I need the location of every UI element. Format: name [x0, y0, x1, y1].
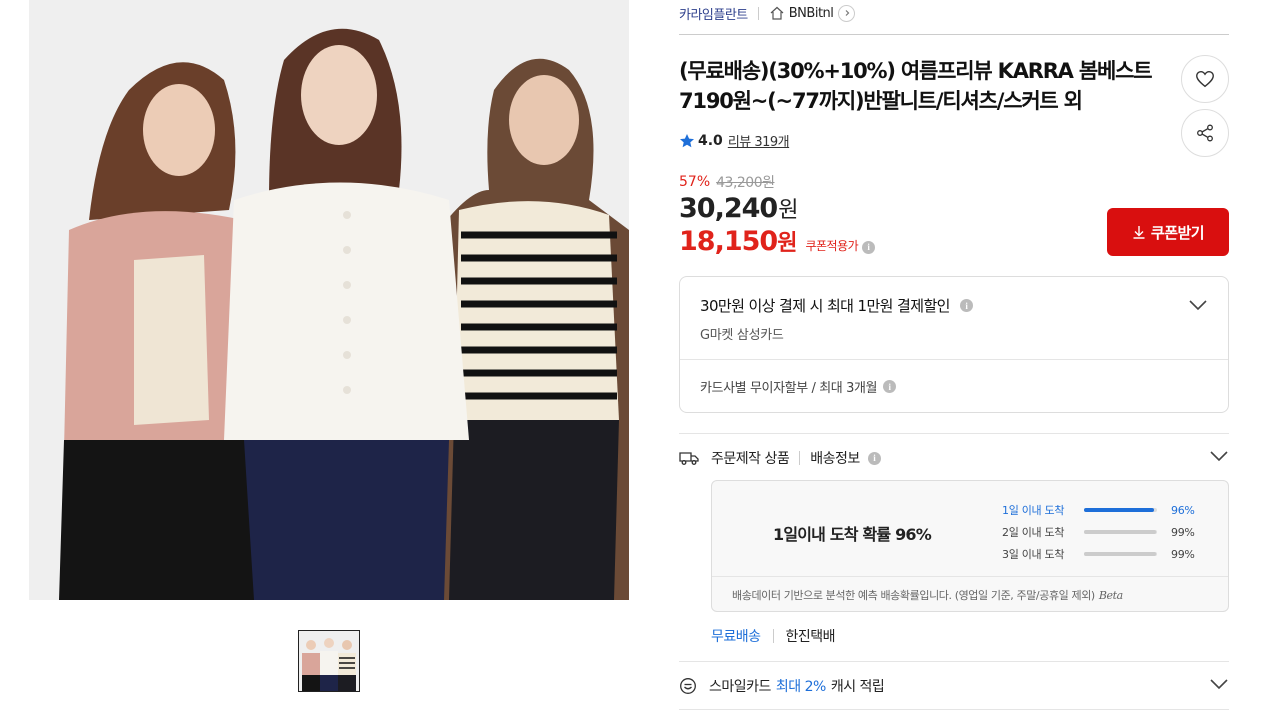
probability-bar — [1084, 508, 1157, 512]
brand-link[interactable]: BNBitnl — [769, 4, 856, 22]
chevron-down-icon[interactable] — [1188, 299, 1208, 311]
card-benefit-box[interactable]: 30만원 이상 결제 시 최대 1만원 결제할인 i G마켓 삼성카드 카드사별… — [679, 276, 1229, 413]
wishlist-button[interactable] — [1181, 55, 1229, 103]
product-title: (무료배송)(30%+10%) 여름프리뷰 KARRA 봄베스트 7190원~(… — [679, 59, 1153, 113]
card-name: G마켓 삼성카드 — [700, 328, 784, 343]
truck-icon — [679, 452, 699, 465]
product-main-image[interactable] — [29, 0, 629, 600]
smile-icon — [680, 678, 696, 694]
coupon-applied-label: 쿠폰적용가 — [805, 239, 859, 253]
carrier-name: 한진택배 — [785, 629, 836, 645]
probability-label: 2일 이내 도착 — [1002, 526, 1065, 539]
installment-text: 카드사별 무이자할부 / 최대 3개월 — [700, 381, 878, 396]
smile-card-prefix: 스마일카드 — [709, 679, 771, 695]
probability-bar — [1084, 530, 1157, 534]
probability-note: 배송데이터 기반으로 분석한 예측 배송확률입니다. (영업일 기준, 주말/공… — [732, 587, 1123, 603]
share-button[interactable] — [1181, 109, 1229, 157]
shop-row: 카라임플란트 BNBitnl — [679, 3, 856, 23]
smile-card-highlight: 최대 2% — [775, 679, 826, 695]
divider — [679, 661, 1229, 662]
info-icon[interactable]: i — [867, 451, 881, 465]
brand-name: BNBitnl — [788, 5, 834, 21]
download-icon — [1133, 226, 1145, 239]
coupon-price-unit: 원 — [777, 231, 798, 256]
info-icon[interactable]: i — [959, 299, 973, 312]
get-coupon-label: 쿠폰받기 — [1150, 223, 1205, 242]
divider — [799, 451, 801, 465]
get-coupon-button[interactable]: 쿠폰받기 — [1107, 208, 1229, 256]
probability-label: 1일 이내 도착 — [1002, 504, 1065, 517]
smile-card-suffix: 캐시 적립 — [830, 679, 885, 695]
card-benefit-main: 30만원 이상 결제 시 최대 1만원 결제할인 i — [700, 295, 973, 316]
probability-item: 2일 이내 도착 99% — [1002, 521, 1202, 543]
info-icon[interactable]: i — [862, 240, 876, 254]
review-count-link[interactable]: 리뷰 319개 — [728, 131, 790, 150]
probability-bar-fill — [1084, 530, 1157, 534]
free-shipping-label: 무료배송 — [711, 629, 761, 645]
shop-name-link[interactable]: 카라임플란트 — [679, 4, 748, 23]
probability-bar-fill — [1084, 508, 1155, 512]
probability-value: 99% — [1171, 525, 1195, 539]
divider — [679, 34, 1229, 35]
rating-row: 4.0 리뷰 319개 — [679, 131, 790, 150]
probability-label: 3일 이내 도착 — [1002, 548, 1065, 561]
divider — [757, 6, 759, 20]
installment-info: 카드사별 무이자할부 / 최대 3개월 i — [700, 377, 897, 396]
divider — [680, 359, 1228, 360]
probability-item: 1일 이내 도착 96% — [1002, 499, 1202, 521]
delivery-probability-box: 1일이내 도착 확률 96% 1일 이내 도착 96% 2일 이내 도착 99%… — [711, 480, 1229, 612]
probability-value: 96% — [1171, 503, 1195, 517]
made-to-order-label: 주문제작 상품 — [711, 451, 790, 467]
probability-note-text: 배송데이터 기반으로 분석한 예측 배송확률입니다. (영업일 기준, 주말/공… — [732, 589, 1095, 602]
probability-value: 99% — [1171, 547, 1195, 561]
heart-icon — [1196, 70, 1214, 88]
smile-card-row[interactable]: 스마일카드 최대 2% 캐시 적립 — [679, 676, 1229, 696]
sale-price: 30,240원 — [679, 192, 798, 224]
product-thumbnail[interactable] — [298, 630, 360, 692]
divider — [712, 576, 1228, 577]
star-icon — [680, 133, 694, 147]
discount-row: 57% 43,200원 — [679, 172, 775, 192]
info-icon[interactable]: i — [883, 380, 897, 393]
thumbnail-illustration — [299, 631, 359, 691]
sale-price-unit: 원 — [778, 198, 798, 223]
beta-badge: Beta — [1098, 589, 1123, 602]
discount-rate: 57% — [679, 174, 711, 190]
rating-score: 4.0 — [698, 132, 723, 149]
card-benefit-text: 30만원 이상 결제 시 최대 1만원 결제할인 — [700, 297, 950, 315]
divider — [679, 709, 1229, 710]
home-icon — [770, 6, 784, 20]
original-price: 43,200원 — [716, 175, 775, 191]
chevron-down-icon[interactable] — [1209, 450, 1229, 462]
probability-item: 3일 이내 도착 99% — [1002, 543, 1202, 565]
coupon-price-value: 18,150 — [679, 226, 778, 257]
probability-bar-fill — [1084, 552, 1157, 556]
chevron-down-icon[interactable] — [1209, 678, 1229, 690]
probability-list: 1일 이내 도착 96% 2일 이내 도착 99% 3일 이내 도착 99% — [1002, 499, 1202, 565]
share-icon — [1197, 124, 1213, 142]
delivery-probability-headline: 1일이내 도착 확률 96% — [773, 525, 932, 544]
probability-bar — [1084, 552, 1157, 556]
product-photo-illustration — [29, 0, 629, 600]
divider — [772, 629, 774, 643]
shipping-row[interactable]: 주문제작 상품 배송정보 i — [679, 448, 1229, 468]
shipping-info-label: 배송정보 — [810, 451, 860, 467]
sale-price-value: 30,240 — [679, 193, 778, 224]
chevron-right-icon — [838, 4, 856, 22]
coupon-price: 18,150 원 쿠폰적용가 i — [679, 225, 876, 257]
delivery-method-row: 무료배송 한진택배 — [711, 626, 836, 646]
divider — [679, 433, 1229, 434]
